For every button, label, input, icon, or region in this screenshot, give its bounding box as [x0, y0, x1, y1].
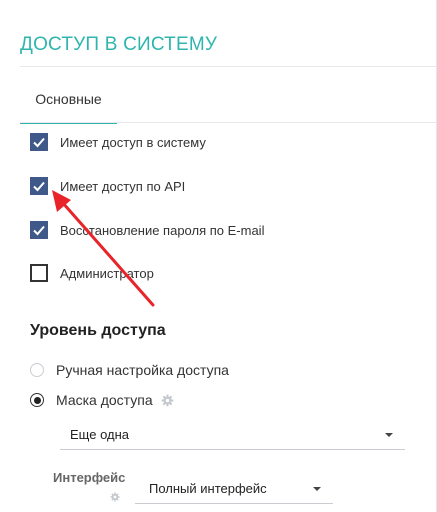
checkbox-label: Администратор: [60, 265, 154, 281]
tab-basic[interactable]: Основные: [20, 80, 117, 124]
access-level-title: Уровень доступа: [30, 322, 166, 339]
tabs-divider: [20, 122, 436, 123]
checkbox-api-access[interactable]: Имеет доступ по API: [30, 176, 185, 196]
interface-label: Интерфейс: [53, 470, 126, 485]
gear-icon[interactable]: [161, 394, 174, 407]
check-icon: [33, 225, 45, 236]
radio-label: Маска доступа: [56, 392, 153, 408]
radio-access-mask[interactable]: Маска доступа: [30, 390, 174, 410]
caret-down-icon: [385, 432, 393, 437]
access-mask-select[interactable]: Еще одна: [60, 420, 405, 450]
checkbox-unchecked[interactable]: [30, 264, 48, 282]
check-icon: [33, 181, 45, 192]
checkbox-label: Имеет доступ в систему: [60, 134, 206, 150]
gear-icon[interactable]: [110, 492, 120, 502]
checkbox-administrator[interactable]: Администратор: [30, 263, 154, 283]
title-divider: [20, 66, 436, 67]
checkbox-label: Имеет доступ по API: [60, 178, 186, 194]
checkbox-checked[interactable]: [30, 221, 48, 239]
caret-down-icon: [313, 486, 321, 491]
checkbox-checked[interactable]: [30, 177, 48, 195]
checkbox-label: Восстановление пароля по E-mail: [60, 222, 265, 238]
radio-label: Ручная настройка доступа: [56, 362, 229, 378]
check-icon: [33, 137, 45, 148]
radio-button-selected[interactable]: [30, 393, 44, 407]
page-title: ДОСТУП В СИСТЕМУ: [20, 34, 218, 55]
radio-manual-access[interactable]: Ручная настройка доступа: [30, 360, 229, 380]
checkbox-password-recovery[interactable]: Восстановление пароля по E-mail: [30, 220, 264, 240]
interface-select[interactable]: Полный интерфейс: [135, 474, 333, 504]
checkbox-checked[interactable]: [30, 133, 48, 151]
checkbox-system-access[interactable]: Имеет доступ в систему: [30, 132, 206, 152]
radio-button[interactable]: [30, 363, 44, 377]
select-value: Полный интерфейс: [149, 481, 267, 496]
settings-panel: ДОСТУП В СИСТЕМУ Основные Имеет доступ в…: [0, 0, 437, 512]
select-value: Еще одна: [70, 427, 130, 442]
